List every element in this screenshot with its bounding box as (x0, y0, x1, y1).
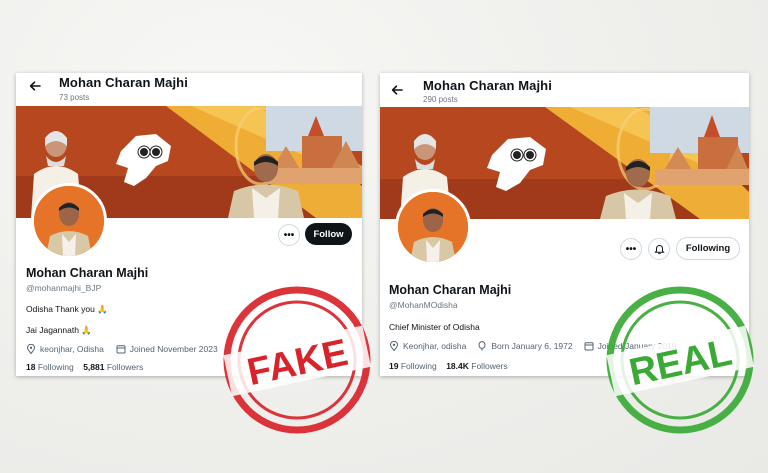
follow-stats: 19 Following 18.4K Followers (389, 361, 508, 371)
follow-button[interactable]: Follow (305, 223, 352, 245)
fake-stamp-text: FAKE (244, 332, 352, 394)
location-text: Keonjhar, odisha (403, 341, 467, 351)
bio-text-2: Jai Jagannath (26, 325, 79, 335)
following-count: 18 (26, 362, 36, 372)
notification-bell-button[interactable] (648, 238, 670, 260)
more-options-button[interactable]: ••• (278, 224, 300, 246)
location-text: keonjhar, Odisha (40, 344, 104, 354)
profile-avatar[interactable] (31, 183, 107, 259)
following-count: 19 (389, 361, 399, 371)
profile-avatar[interactable] (395, 189, 471, 265)
location-pin-icon (389, 341, 399, 351)
header-posts-count: 73 posts (59, 93, 90, 102)
followers-link[interactable]: 18.4K Followers (446, 361, 507, 371)
profile-header: Mohan Charan Majhi 290 posts (380, 73, 749, 106)
following-button[interactable]: Following (676, 237, 740, 260)
real-stamp-text: REAL (626, 332, 736, 395)
followers-label: Followers (471, 361, 508, 371)
following-label: Following (37, 362, 74, 372)
profile-meta: keonjhar, Odisha Joined November 2023 (26, 344, 218, 354)
header-posts-count: 290 posts (423, 95, 458, 104)
more-options-button[interactable]: ••• (620, 238, 642, 260)
followers-label: Followers (106, 362, 144, 372)
followers-count: 18.4K (446, 361, 469, 371)
balloon-icon (478, 341, 486, 351)
calendar-icon (116, 345, 126, 354)
followers-link[interactable]: 5,881 Followers (83, 362, 143, 372)
fake-stamp: FAKE (223, 286, 372, 434)
folded-hands-emoji: 🙏 (81, 325, 92, 335)
bio-line-2: Jai Jagannath 🙏 (26, 325, 92, 336)
following-label: Following (400, 361, 437, 371)
profile-name: Mohan Charan Majhi (26, 266, 149, 280)
calendar-icon (584, 342, 594, 351)
header-name: Mohan Charan Majhi (59, 75, 188, 90)
following-link[interactable]: 18 Following (26, 362, 74, 372)
following-link[interactable]: 19 Following (389, 361, 437, 371)
location-pin-icon (26, 344, 36, 354)
profile-handle: @MohanMOdisha (389, 300, 458, 310)
real-stamp: REAL (606, 286, 755, 434)
profile-header: Mohan Charan Majhi 73 posts (16, 73, 362, 106)
header-name: Mohan Charan Majhi (423, 78, 552, 93)
bio-text-1: Odisha Thank you (26, 304, 95, 314)
back-arrow-icon[interactable] (28, 79, 42, 93)
bio-line-1: Odisha Thank you 🙏 (26, 304, 108, 315)
profile-name: Mohan Charan Majhi (389, 283, 512, 297)
follow-stats: 18 Following 5,881 Followers (26, 362, 143, 372)
joined-text: Joined November 2023 (129, 344, 218, 354)
back-arrow-icon[interactable] (390, 83, 404, 97)
profile-handle: @mohanmajhi_BJP (26, 283, 102, 293)
folded-hands-emoji: 🙏 (97, 304, 108, 314)
followers-count: 5,881 (83, 362, 105, 372)
born-text: Born January 6, 1972 (491, 341, 573, 351)
bio-text: Chief Minister of Odisha (389, 322, 480, 332)
notification-bell-icon (653, 244, 665, 254)
